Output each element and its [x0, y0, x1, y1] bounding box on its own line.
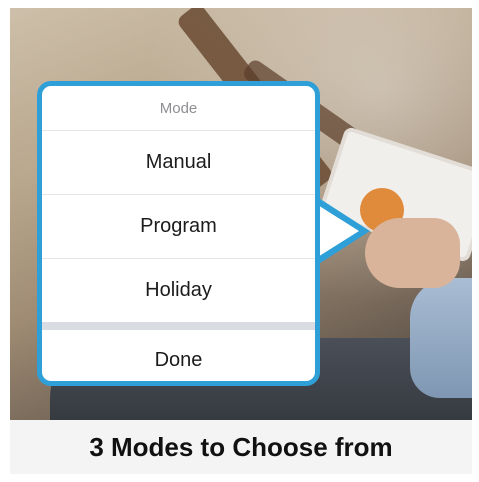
- mode-option-manual[interactable]: Manual: [42, 131, 315, 195]
- mode-picker-title: Mode: [42, 86, 315, 131]
- caption-text: 3 Modes to Choose from: [89, 431, 393, 462]
- promo-frame: Mode Manual Program Holiday Done 3 Modes…: [0, 0, 479, 482]
- sleeve-area: [410, 278, 472, 398]
- hand: [365, 218, 460, 288]
- mode-option-program[interactable]: Program: [42, 195, 315, 259]
- done-button[interactable]: Done: [42, 330, 315, 381]
- action-separator: [42, 322, 315, 330]
- mode-picker-panel: Mode Manual Program Holiday Done: [37, 81, 320, 386]
- caption-bar: 3 Modes to Choose from: [10, 420, 472, 474]
- mode-option-holiday[interactable]: Holiday: [42, 259, 315, 322]
